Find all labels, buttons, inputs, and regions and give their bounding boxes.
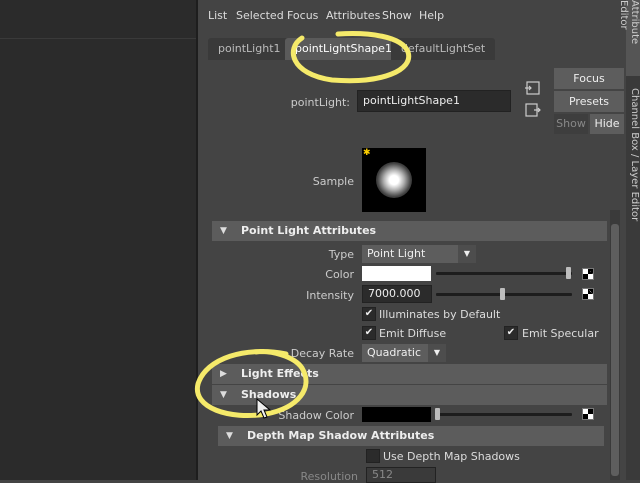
decay-rate-label: Decay Rate xyxy=(290,347,354,360)
scrollbar-thumb[interactable] xyxy=(611,224,619,476)
type-dropdown-value: Point Light xyxy=(367,247,426,260)
collapsed-triangle-icon: ▶ xyxy=(220,369,227,379)
map-color-icon[interactable] xyxy=(582,268,594,280)
expanded-triangle-icon: ▼ xyxy=(226,431,233,441)
section-depth-map-shadow-attributes[interactable]: ▼ Depth Map Shadow Attributes xyxy=(218,426,604,446)
intensity-label: Intensity xyxy=(306,289,354,302)
menu-bar: List Selected Focus Attributes Show Help xyxy=(198,0,626,32)
intensity-slider-handle[interactable] xyxy=(500,288,505,300)
menu-attributes[interactable]: Attributes xyxy=(326,9,380,22)
map-intensity-icon[interactable] xyxy=(582,288,594,300)
emit-diffuse-checkbox[interactable]: ✔ xyxy=(362,326,376,340)
section-shadows[interactable]: ▼ Shadows xyxy=(212,385,607,405)
node-tabs: pointLight1 pointLightShape1 defaultLigh… xyxy=(198,38,626,62)
tab-channel-box[interactable]: Channel Box / Layer Editor xyxy=(626,88,640,228)
shadow-color-slider-track[interactable] xyxy=(436,413,572,416)
tab-attribute-editor[interactable]: Attribute Editor xyxy=(618,0,640,76)
section-light-effects[interactable]: ▶ Light Effects xyxy=(212,364,607,384)
use-depth-map-checkbox[interactable] xyxy=(366,449,380,463)
node-name-field[interactable]: pointLightShape1 xyxy=(357,90,511,112)
color-swatch[interactable] xyxy=(362,266,431,281)
chevron-down-icon: ▼ xyxy=(428,344,446,362)
type-dropdown[interactable]: Point Light ▼ xyxy=(362,245,476,263)
map-shadow-color-icon[interactable] xyxy=(582,408,594,420)
side-tab-strip: Attribute Editor Channel Box / Layer Edi… xyxy=(618,0,640,480)
emit-diffuse-label: Emit Diffuse xyxy=(379,327,447,340)
attribute-scrollbar[interactable] xyxy=(610,210,620,480)
resolution-label: Resolution xyxy=(300,470,358,483)
decay-rate-value: Quadratic xyxy=(367,346,422,359)
illuminates-label: Illuminates by Default xyxy=(379,308,501,321)
menu-help[interactable]: Help xyxy=(419,9,444,22)
viewport-panel[interactable] xyxy=(0,0,196,480)
emit-specular-label: Emit Specular xyxy=(522,327,599,340)
sample-label: Sample xyxy=(312,175,354,188)
expanded-triangle-icon: ▼ xyxy=(220,226,227,236)
menu-focus[interactable]: Focus xyxy=(287,9,318,22)
light-glow xyxy=(376,162,412,198)
chevron-down-icon: ▼ xyxy=(458,245,476,263)
section-title: Point Light Attributes xyxy=(241,224,377,237)
color-label: Color xyxy=(325,268,354,281)
resolution-field[interactable]: 512 xyxy=(366,467,436,483)
decay-rate-dropdown[interactable]: Quadratic ▼ xyxy=(362,344,446,362)
section-title: Depth Map Shadow Attributes xyxy=(247,429,435,442)
section-title: Light Effects xyxy=(241,367,319,380)
tab-pointlightshape1[interactable]: pointLightShape1 xyxy=(285,38,402,60)
color-slider-handle[interactable] xyxy=(566,267,571,279)
menu-show[interactable]: Show xyxy=(382,9,412,22)
hide-button[interactable]: Hide xyxy=(590,114,624,134)
menu-list[interactable]: List xyxy=(208,9,227,22)
viewport-divider xyxy=(0,38,196,39)
show-button[interactable]: Show xyxy=(554,114,588,134)
illuminates-checkbox[interactable]: ✔ xyxy=(362,307,376,321)
tab-pointlight1[interactable]: pointLight1 xyxy=(208,38,291,60)
light-badge-icon: ✱ xyxy=(363,148,371,158)
color-slider-track[interactable] xyxy=(436,272,572,275)
expanded-triangle-icon: ▼ xyxy=(220,390,227,400)
menu-selected[interactable]: Selected xyxy=(236,9,284,22)
focus-button[interactable]: Focus xyxy=(554,68,624,89)
shadow-color-swatch[interactable] xyxy=(362,407,431,422)
copy-tab-icon[interactable] xyxy=(524,102,542,118)
use-depth-map-label: Use Depth Map Shadows xyxy=(383,450,520,463)
type-label: Type xyxy=(328,248,354,261)
section-title: Shadows xyxy=(241,388,297,401)
light-sample-swatch: ✱ xyxy=(362,148,426,212)
tab-defaultlightset[interactable]: defaultLightSet xyxy=(391,38,496,60)
intensity-field[interactable]: 7000.000 xyxy=(362,285,432,303)
node-name-label: pointLight: xyxy=(290,96,350,109)
shadow-color-slider-handle[interactable] xyxy=(435,408,440,420)
load-attributes-icon[interactable] xyxy=(524,80,542,96)
attribute-editor: List Selected Focus Attributes Show Help… xyxy=(194,0,626,483)
emit-specular-checkbox[interactable]: ✔ xyxy=(504,326,518,340)
presets-button[interactable]: Presets xyxy=(554,91,624,112)
shadow-color-label: Shadow Color xyxy=(278,409,354,422)
section-point-light-attributes[interactable]: ▼ Point Light Attributes xyxy=(212,221,607,241)
